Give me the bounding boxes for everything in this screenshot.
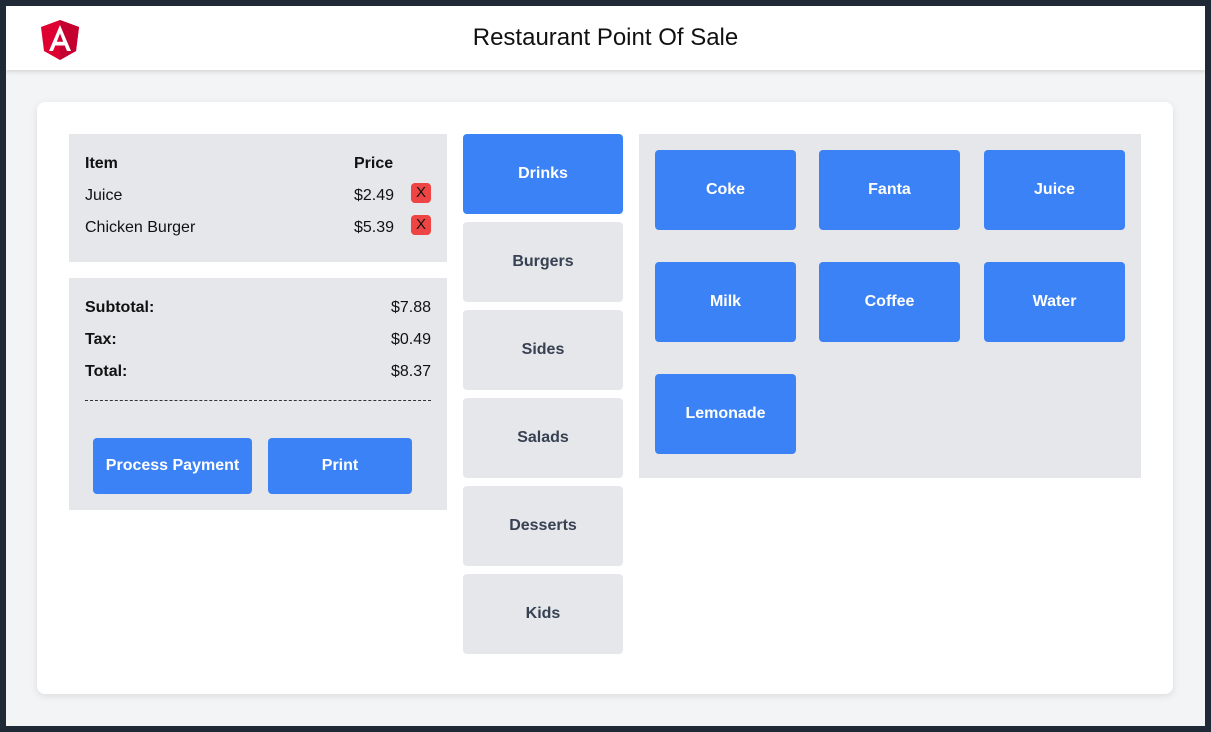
tax-value: $0.49 <box>390 331 431 348</box>
tax-label: Tax: <box>85 331 117 348</box>
order-item-price: $5.39 <box>354 219 395 236</box>
subtotal-value: $7.88 <box>390 299 431 316</box>
category-drinks[interactable]: Drinks <box>463 134 623 214</box>
order-item-name: Juice <box>85 187 123 204</box>
product-fanta[interactable]: Fanta <box>819 150 960 230</box>
total-label: Total: <box>85 363 128 380</box>
product-water[interactable]: Water <box>984 262 1125 342</box>
column-header-price: Price <box>354 155 394 172</box>
product-grid: Coke Fanta Juice Milk Coffee Water Lemon… <box>639 134 1141 478</box>
order-item-name: Chicken Burger <box>85 219 196 236</box>
process-payment-button[interactable]: Process Payment <box>93 438 252 494</box>
order-item-price: $2.49 <box>354 187 395 204</box>
category-salads[interactable]: Salads <box>463 398 623 478</box>
category-desserts[interactable]: Desserts <box>463 486 623 566</box>
subtotal-label: Subtotal: <box>85 299 155 316</box>
remove-item-button[interactable]: X <box>411 215 431 235</box>
product-lemonade[interactable]: Lemonade <box>655 374 796 454</box>
category-sides[interactable]: Sides <box>463 310 623 390</box>
print-button[interactable]: Print <box>268 438 412 494</box>
top-bar: Restaurant Point Of Sale <box>6 6 1205 70</box>
page-title: Restaurant Point Of Sale <box>472 24 739 51</box>
product-coffee[interactable]: Coffee <box>819 262 960 342</box>
order-list: Item Price Juice $2.49 X Chicken Burger … <box>69 134 447 262</box>
remove-item-button[interactable]: X <box>411 183 431 203</box>
category-kids[interactable]: Kids <box>463 574 623 654</box>
product-milk[interactable]: Milk <box>655 262 796 342</box>
total-value: $8.37 <box>390 363 431 380</box>
app-window: Restaurant Point Of Sale Item Price Juic… <box>6 6 1205 726</box>
divider <box>85 400 431 411</box>
totals-panel: Subtotal: $7.88 Tax: $0.49 Total: $8.37 … <box>69 278 447 510</box>
column-header-item: Item <box>85 155 118 172</box>
product-coke[interactable]: Coke <box>655 150 796 230</box>
product-juice[interactable]: Juice <box>984 150 1125 230</box>
pos-card: Item Price Juice $2.49 X Chicken Burger … <box>37 102 1173 694</box>
category-burgers[interactable]: Burgers <box>463 222 623 302</box>
